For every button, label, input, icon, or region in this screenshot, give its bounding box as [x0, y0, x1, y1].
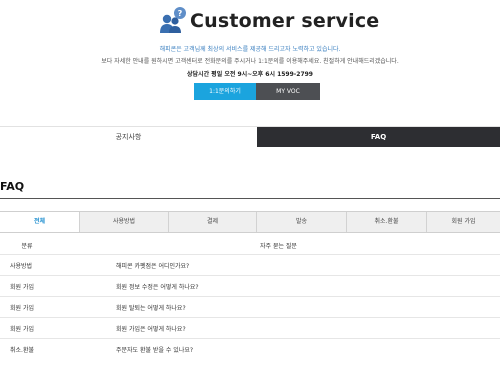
- row-question[interactable]: 회원 가입은 어떻게 하나요?: [116, 324, 186, 333]
- faq-table-header: 분류 자주 묻는 질문: [0, 238, 500, 252]
- customer-service-header: ? Customer service 해피콘은 고객님께 최상의 서비스를 제공…: [0, 0, 500, 120]
- title-row: ? Customer service: [0, 4, 500, 40]
- table-row[interactable]: 회원 가입 회원 탈퇴는 어떻게 하나요?: [0, 296, 500, 317]
- intro-text: 해피콘은 고객님께 최상의 서비스를 제공해 드리고자 노력하고 있습니다.: [159, 46, 341, 53]
- page-title: Customer service: [190, 10, 380, 32]
- top-tab-bar: 공지사항 FAQ: [0, 126, 500, 147]
- inquiry-button[interactable]: 1:1문의하기: [194, 83, 256, 100]
- faq-divider: [0, 198, 500, 199]
- category-tab-usage[interactable]: 사용방법: [79, 212, 168, 232]
- table-row[interactable]: 취소.환불 주문자도 환불 받을 수 있나요?: [0, 338, 500, 359]
- category-tab-refund[interactable]: 취소.환불: [346, 212, 426, 232]
- service-hours: 상담시간 평일 오전 9시~오후 6시 1599-2799: [187, 71, 313, 78]
- row-question[interactable]: 해피콘 카펫점은 어디인가요?: [116, 261, 189, 270]
- column-question: 자주 묻는 질문: [260, 243, 297, 250]
- tab-faq[interactable]: FAQ: [257, 127, 500, 147]
- table-row[interactable]: 회원 가입 회원 가입은 어떻게 하나요?: [0, 317, 500, 338]
- my-voc-button[interactable]: MY VOC: [256, 83, 320, 100]
- row-category: 회원 가입: [10, 305, 34, 312]
- customer-support-icon: ?: [160, 7, 186, 33]
- category-tabs: 전체 사용방법 결제 발송 취소.환불 회원 가입: [0, 211, 500, 233]
- intro-subtext: 보다 자세한 안내를 원하시면 고객센터로 전화문의를 주시거나 1:1문의를 …: [101, 58, 399, 65]
- row-question[interactable]: 회원 정보 수정은 어떻게 하나요?: [116, 282, 199, 291]
- category-tab-shipping[interactable]: 발송: [256, 212, 346, 232]
- category-tab-payment[interactable]: 결제: [168, 212, 256, 232]
- row-category: 취소.환불: [10, 347, 34, 354]
- faq-heading: FAQ: [0, 180, 25, 193]
- row-question[interactable]: 회원 탈퇴는 어떻게 하나요?: [116, 303, 186, 312]
- row-question[interactable]: 주문자도 환불 받을 수 있나요?: [116, 345, 193, 354]
- category-tab-signup[interactable]: 회원 가입: [426, 212, 500, 232]
- row-category: 회원 가입: [10, 284, 34, 291]
- tab-notice[interactable]: 공지사항: [0, 127, 257, 147]
- row-category: 회원 가입: [10, 326, 34, 333]
- table-row[interactable]: 회원 가입 회원 정보 수정은 어떻게 하나요?: [0, 275, 500, 296]
- row-category: 사용방법: [10, 263, 33, 270]
- column-category: 분류: [21, 243, 33, 250]
- svg-text:?: ?: [178, 9, 183, 18]
- category-tab-all[interactable]: 전체: [0, 212, 79, 232]
- table-row[interactable]: 사용방법 해피콘 카펫점은 어디인가요?: [0, 254, 500, 275]
